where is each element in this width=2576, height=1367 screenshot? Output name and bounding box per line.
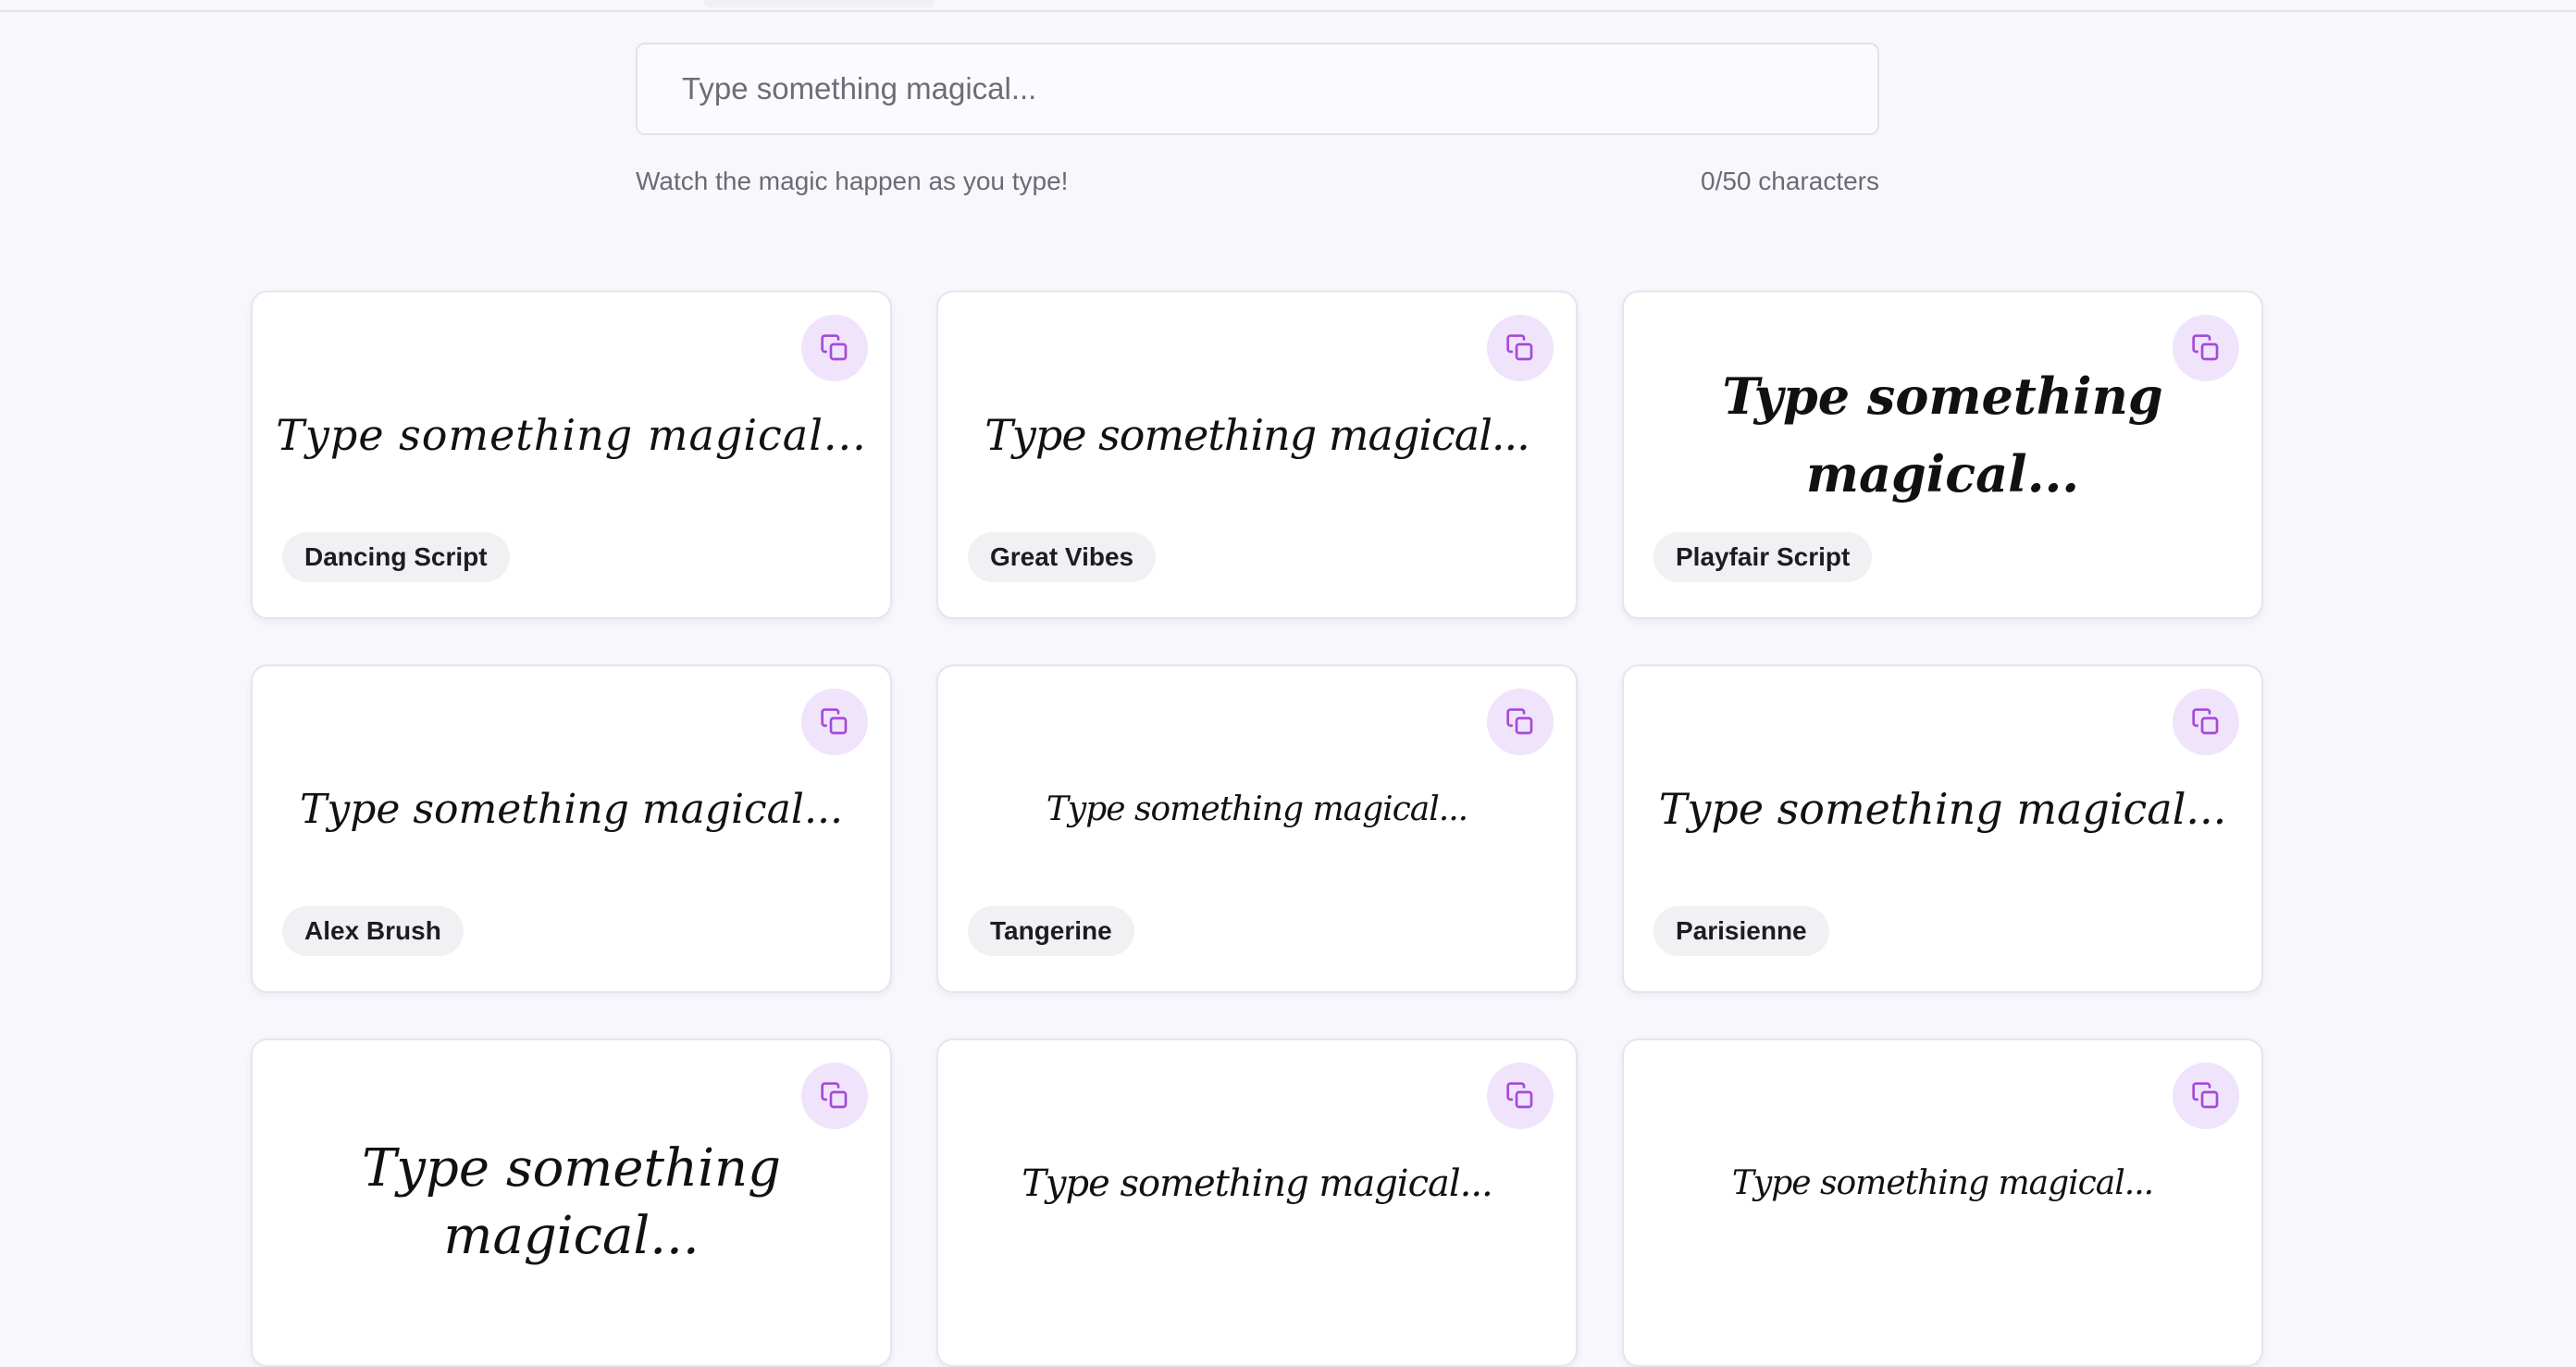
font-preview-text: Type something magical... — [1022, 1162, 1493, 1205]
helper-text: Watch the magic happen as you type! — [636, 167, 1069, 195]
font-name-badge: Alex Brush — [282, 906, 464, 956]
font-card-7[interactable]: Type something magical... — [251, 1038, 892, 1367]
font-name-badge: Great Vibes — [968, 532, 1157, 582]
copy-icon — [821, 334, 848, 361]
copy-icon — [1506, 1082, 1533, 1109]
font-card-grid: Type something magical... Dancing Script… — [251, 291, 2263, 1367]
top-nav-bar — [0, 0, 2576, 12]
font-name-badge: Parisienne — [1653, 906, 1829, 956]
font-card-alex-brush[interactable]: Type something magical... Alex Brush — [251, 665, 892, 993]
copy-icon — [821, 708, 848, 735]
copy-icon — [1506, 334, 1533, 361]
copy-icon — [2192, 708, 2219, 735]
font-card-9[interactable]: Type something magical... — [1622, 1038, 2263, 1367]
font-card-tangerine[interactable]: Type something magical... Tangerine — [936, 665, 1578, 993]
copy-icon — [2192, 1082, 2219, 1109]
font-preview-text: Type something magical... — [1046, 790, 1468, 829]
font-card-great-vibes[interactable]: Type something magical... Great Vibes — [936, 291, 1578, 619]
font-name-badge: Tangerine — [968, 906, 1134, 956]
font-preview-text: Type something magical... — [300, 785, 843, 833]
font-name-badge: Playfair Script — [1653, 532, 1873, 582]
font-preview-text: Type something magical... — [276, 410, 867, 461]
font-card-parisienne[interactable]: Type something magical... Parisienne — [1622, 665, 2263, 993]
top-nav-shadow — [703, 0, 935, 7]
input-helper-row: Watch the magic happen as you type! 0/50… — [636, 167, 1879, 196]
font-name-badge: Dancing Script — [282, 532, 510, 582]
font-card-dancing-script[interactable]: Type something magical... Dancing Script — [251, 291, 892, 619]
font-preview-text: Type something magical... — [1658, 784, 2227, 835]
font-preview-text: Type something magical... — [985, 410, 1530, 461]
character-counter: 0/50 characters — [1701, 167, 1879, 195]
copy-icon — [1506, 708, 1533, 735]
text-input-section: Watch the magic happen as you type! 0/50… — [636, 43, 1879, 196]
copy-icon — [821, 1082, 848, 1109]
magic-text-input[interactable] — [636, 43, 1879, 135]
font-preview-text: Type something magical... — [1731, 1164, 2154, 1203]
font-preview-text: Type something magical... — [362, 1138, 781, 1266]
font-card-playfair-script[interactable]: Type something magical... Playfair Scrip… — [1622, 291, 2263, 619]
font-card-8[interactable]: Type something magical... — [936, 1038, 1578, 1367]
font-preview-text: Type something magical... — [1722, 367, 2163, 503]
